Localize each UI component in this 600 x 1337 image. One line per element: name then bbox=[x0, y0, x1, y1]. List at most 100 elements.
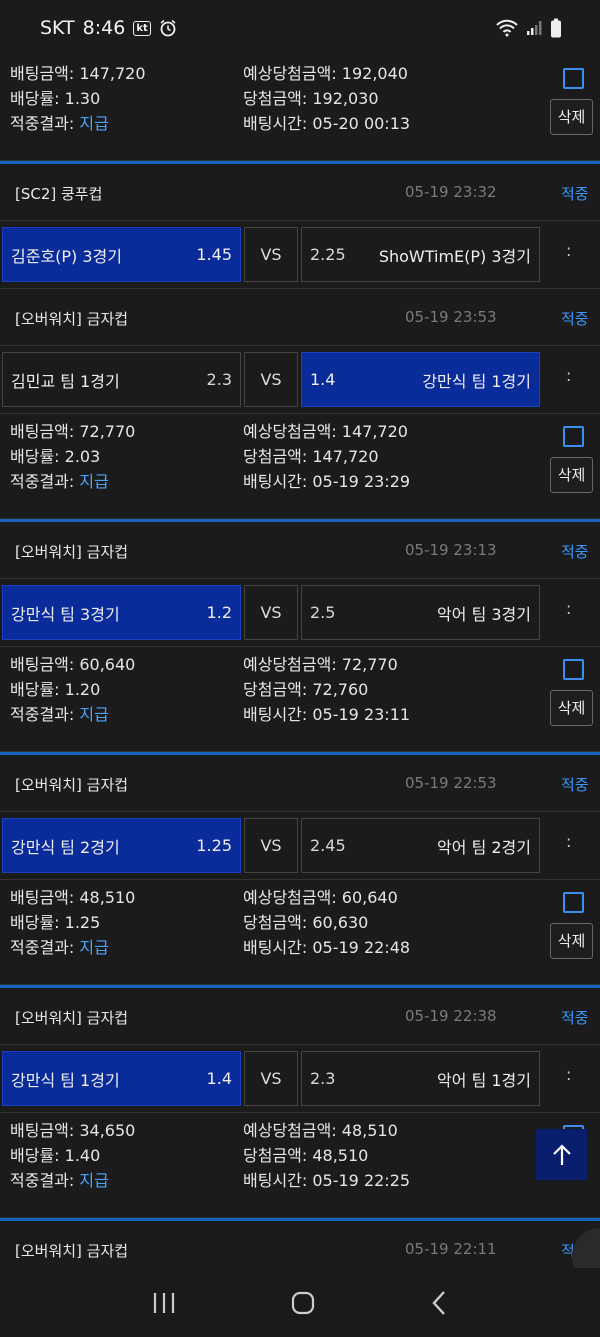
hit-status: 적중 bbox=[561, 1009, 589, 1027]
expected-win-label: 예상당첨금액: bbox=[243, 888, 342, 907]
back-icon[interactable] bbox=[429, 1290, 449, 1316]
bet-amount-value: 60,640 bbox=[79, 655, 136, 674]
hit-status: 적중 bbox=[561, 310, 589, 328]
select-checkbox[interactable] bbox=[563, 892, 584, 913]
home-team-button[interactable]: 강만식 팀 1경기 1.4 bbox=[2, 1051, 241, 1106]
odds-label: 배당률: bbox=[10, 1146, 65, 1165]
bet-info: 배팅금액: 34,650 배당률: 1.40 적중결과: 지급 예상당첨금액: … bbox=[0, 1113, 600, 1218]
game-header: [SC2] 쿵푸컵 05-19 23:32 적중 bbox=[0, 164, 600, 221]
result-label: 적중결과: bbox=[10, 472, 80, 491]
game-row: 강만식 팀 2경기 1.25 VS 2.45 악어 팀 2경기 : bbox=[0, 812, 600, 880]
expected-win-value: 60,640 bbox=[341, 888, 398, 907]
home-team-button[interactable]: 강만식 팀 3경기 1.2 bbox=[2, 585, 241, 640]
home-team-button[interactable]: 김민교 팀 1경기 2.3 bbox=[2, 352, 241, 407]
odds-value: 1.20 bbox=[64, 680, 101, 699]
carrier-label: SKT bbox=[40, 17, 75, 39]
bet-info: 배팅금액: 72,770 배당률: 2.03 적중결과: 지급 예상당첨금액: … bbox=[0, 414, 600, 519]
away-team-name: 강만식 팀 1경기 bbox=[422, 371, 531, 391]
system-navigation-bar bbox=[0, 1268, 600, 1337]
win-amount-label: 당첨금액: bbox=[243, 1146, 313, 1165]
home-odd: 1.25 bbox=[196, 836, 232, 855]
game-row: 강만식 팀 3경기 1.2 VS 2.5 악어 팀 3경기 : bbox=[0, 579, 600, 647]
home-team-button[interactable]: 강만식 팀 2경기 1.25 bbox=[2, 818, 241, 873]
bet-info-left: 배팅금액: 34,650 배당률: 1.40 적중결과: 지급 bbox=[10, 1118, 135, 1193]
delete-button[interactable]: 삭제 bbox=[550, 690, 593, 726]
bet-time-label: 배팅시간: bbox=[243, 1171, 313, 1190]
game-time: 05-19 23:53 bbox=[405, 308, 497, 326]
vs-label: VS bbox=[244, 352, 298, 407]
home-odd: 1.2 bbox=[206, 603, 232, 622]
result-label: 적중결과: bbox=[10, 114, 80, 133]
delete-button[interactable]: 삭제 bbox=[550, 99, 593, 135]
signal-icon bbox=[527, 21, 542, 35]
result-value: 지급 bbox=[79, 705, 109, 724]
away-team-button[interactable]: 2.5 악어 팀 3경기 bbox=[301, 585, 540, 640]
hit-status: 적중 bbox=[561, 776, 589, 794]
bet-history-list[interactable]: 배팅금액: 147,720 배당률: 1.30 적중결과: 지급 예상당첨금액:… bbox=[0, 56, 600, 1268]
away-odd: 2.45 bbox=[310, 836, 346, 855]
away-team-button[interactable]: 2.3 악어 팀 1경기 bbox=[301, 1051, 540, 1106]
league-title: [오버워치] 금자컵 bbox=[15, 776, 129, 794]
bet-amount-label: 배팅금액: bbox=[10, 655, 80, 674]
more-options-icon[interactable]: : bbox=[566, 366, 571, 385]
vs-label: VS bbox=[244, 227, 298, 282]
hit-status: 적중 bbox=[561, 185, 589, 203]
select-checkbox[interactable] bbox=[563, 659, 584, 680]
away-team-name: ShoWTimE(P) 3경기 bbox=[378, 246, 531, 266]
win-amount-label: 당첨금액: bbox=[243, 89, 313, 108]
odds-value: 1.25 bbox=[64, 913, 101, 932]
select-checkbox[interactable] bbox=[563, 426, 584, 447]
home-icon[interactable] bbox=[290, 1290, 316, 1316]
bet-time-value: 05-19 22:25 bbox=[312, 1171, 411, 1190]
game-header: [오버워치] 금자컵 05-19 22:38 적중 bbox=[0, 988, 600, 1045]
result-value: 지급 bbox=[79, 114, 109, 133]
bet-amount-value: 48,510 bbox=[79, 888, 136, 907]
away-team-button[interactable]: 2.45 악어 팀 2경기 bbox=[301, 818, 540, 873]
scroll-to-top-button[interactable] bbox=[536, 1129, 587, 1180]
bet-amount-label: 배팅금액: bbox=[10, 888, 80, 907]
bet-time-value: 05-19 22:48 bbox=[312, 938, 411, 957]
home-odd: 2.3 bbox=[206, 370, 232, 389]
away-team-button[interactable]: 2.25 ShoWTimE(P) 3경기 bbox=[301, 227, 540, 282]
bet-amount-value: 34,650 bbox=[79, 1121, 136, 1140]
more-options-icon[interactable]: : bbox=[566, 1065, 571, 1084]
bet-amount-label: 배팅금액: bbox=[10, 1121, 80, 1140]
game-row: 김민교 팀 1경기 2.3 VS 1.4 강만식 팀 1경기 : bbox=[0, 346, 600, 414]
bet-info-left: 배팅금액: 72,770 배당률: 2.03 적중결과: 지급 bbox=[10, 419, 135, 494]
win-amount-value: 60,630 bbox=[312, 913, 369, 932]
odds-label: 배당률: bbox=[10, 447, 65, 466]
recent-apps-icon[interactable] bbox=[151, 1291, 177, 1315]
home-odd: 1.45 bbox=[196, 245, 232, 264]
bet-time-label: 배팅시간: bbox=[243, 114, 313, 133]
expected-win-value: 192,040 bbox=[341, 64, 408, 83]
away-team-name: 악어 팀 1경기 bbox=[437, 1070, 531, 1090]
game-row: 강만식 팀 1경기 1.4 VS 2.3 악어 팀 1경기 : bbox=[0, 1045, 600, 1113]
select-checkbox[interactable] bbox=[563, 68, 584, 89]
bet-amount-value: 72,770 bbox=[79, 422, 136, 441]
bet-info-top: 배팅금액: 147,720 배당률: 1.30 적중결과: 지급 예상당첨금액:… bbox=[0, 56, 600, 161]
odds-value: 2.03 bbox=[64, 447, 101, 466]
delete-button[interactable]: 삭제 bbox=[550, 923, 593, 959]
result-value: 지급 bbox=[79, 1171, 109, 1190]
hit-status: 적중 bbox=[561, 543, 589, 561]
more-options-icon[interactable]: : bbox=[566, 241, 571, 260]
expected-win-value: 147,720 bbox=[341, 422, 408, 441]
odds-label: 배당률: bbox=[10, 680, 65, 699]
delete-button[interactable]: 삭제 bbox=[550, 457, 593, 493]
more-options-icon[interactable]: : bbox=[566, 599, 571, 618]
vs-label: VS bbox=[244, 818, 298, 873]
bet-time-label: 배팅시간: bbox=[243, 472, 313, 491]
game-header: [오버워치] 금자컵 05-19 23:13 적중 bbox=[0, 522, 600, 579]
home-team-button[interactable]: 김준호(P) 3경기 1.45 bbox=[2, 227, 241, 282]
win-amount-value: 147,720 bbox=[312, 447, 379, 466]
away-odd: 2.5 bbox=[310, 603, 336, 622]
away-team-button[interactable]: 1.4 강만식 팀 1경기 bbox=[301, 352, 540, 407]
expected-win-label: 예상당첨금액: bbox=[243, 1121, 342, 1140]
game-header: [오버워치] 금자컵 05-19 23:53 적중 bbox=[0, 289, 600, 346]
bet-info-left: 배팅금액: 147,720 배당률: 1.30 적중결과: 지급 bbox=[10, 61, 146, 136]
bet-time-label: 배팅시간: bbox=[243, 705, 313, 724]
home-team-name: 강만식 팀 1경기 bbox=[11, 1070, 120, 1090]
home-odd: 1.4 bbox=[206, 1069, 232, 1088]
win-amount-value: 72,760 bbox=[312, 680, 369, 699]
more-options-icon[interactable]: : bbox=[566, 832, 571, 851]
